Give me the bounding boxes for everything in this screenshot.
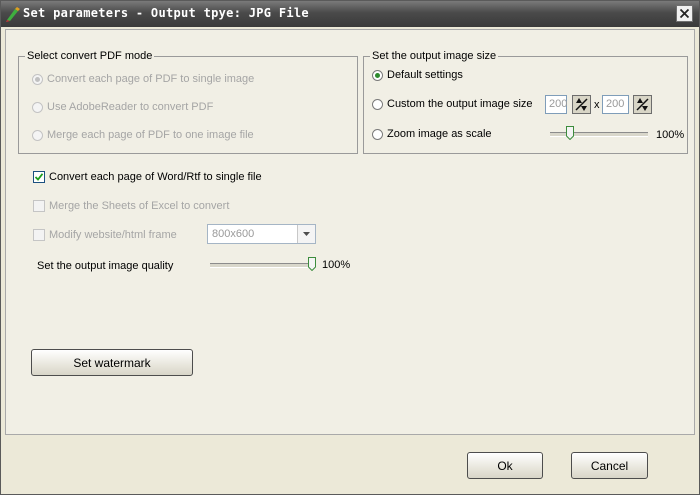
quality-percent: 100% [322,259,351,271]
pdf-mode-option-merge[interactable]: Merge each page of PDF to one image file [32,129,254,141]
frame-size-select[interactable]: 800x600 [207,224,316,244]
zoom-slider-track[interactable] [550,132,648,137]
quality-slider-thumb[interactable] [308,257,316,272]
frame-size-value: 800x600 [212,228,255,240]
app-icon [5,6,21,22]
website-frame-option[interactable]: Modify website/html frame [33,229,177,241]
pdf-mode-option-adobereader[interactable]: Use AdobeReader to convert PDF [32,101,213,113]
checkbox[interactable] [33,200,45,212]
height-spinner[interactable] [633,95,652,114]
chevron-down-icon [303,232,310,236]
width-spinner[interactable] [572,95,591,114]
pdf-mode-option-label: Use AdobeReader to convert PDF [47,101,214,113]
zoom-slider-thumb[interactable] [566,126,575,141]
cancel-button[interactable]: Cancel [571,452,648,479]
zoom-scale-label: Zoom image as scale [387,128,492,140]
radio-button[interactable] [372,98,383,110]
default-settings-label: Default settings [387,69,463,81]
spinner-arrows-icon [575,98,588,111]
custom-size-label: Custom the output image size [387,98,533,110]
website-frame-label: Modify website/html frame [49,229,177,241]
pdf-mode-option-label: Merge each page of PDF to one image file [47,129,254,141]
quality-slider-track[interactable] [210,263,316,268]
dropdown-button[interactable] [297,225,315,243]
pdf-mode-option-single-image[interactable]: Convert each page of PDF to single image [32,73,254,85]
excel-merge-option[interactable]: Merge the Sheets of Excel to convert [33,200,229,212]
width-input[interactable]: 200 [545,95,567,114]
image-size-zoom-option[interactable]: Zoom image as scale [372,128,492,140]
radio-button[interactable] [372,69,383,81]
radio-button[interactable] [32,129,43,141]
spinner-arrows-icon [636,98,649,111]
window-title: Set parameters - Output tpye: JPG File [23,6,309,20]
checkmark-icon [34,173,44,181]
zoom-percent: 100% [656,129,685,141]
image-size-default-option[interactable]: Default settings [372,69,463,81]
pdf-mode-legend: Select convert PDF mode [27,50,153,62]
height-input[interactable]: 200 [602,95,629,114]
checkbox[interactable] [33,229,45,241]
radio-button[interactable] [372,128,383,140]
settings-panel: Select convert PDF mode Convert each pag… [5,29,695,435]
title-bar[interactable]: Set parameters - Output tpye: JPG File [1,1,699,27]
dialog-window: Set parameters - Output tpye: JPG File S… [0,0,700,495]
image-size-legend: Set the output image size [372,50,497,62]
excel-merge-label: Merge the Sheets of Excel to convert [49,200,230,212]
close-icon[interactable] [676,5,693,22]
checkbox[interactable] [33,171,45,183]
quality-label: Set the output image quality [37,260,174,272]
word-convert-option[interactable]: Convert each page of Word/Rtf to single … [33,171,262,183]
radio-button[interactable] [32,73,43,85]
image-size-custom-option[interactable]: Custom the output image size [372,98,533,110]
ok-button[interactable]: Ok [467,452,543,479]
pdf-mode-option-label: Convert each page of PDF to single image [47,73,255,85]
radio-button[interactable] [32,101,43,113]
word-convert-label: Convert each page of Word/Rtf to single … [49,171,262,183]
size-times-sign: x [594,99,600,111]
set-watermark-button[interactable]: Set watermark [31,349,193,376]
